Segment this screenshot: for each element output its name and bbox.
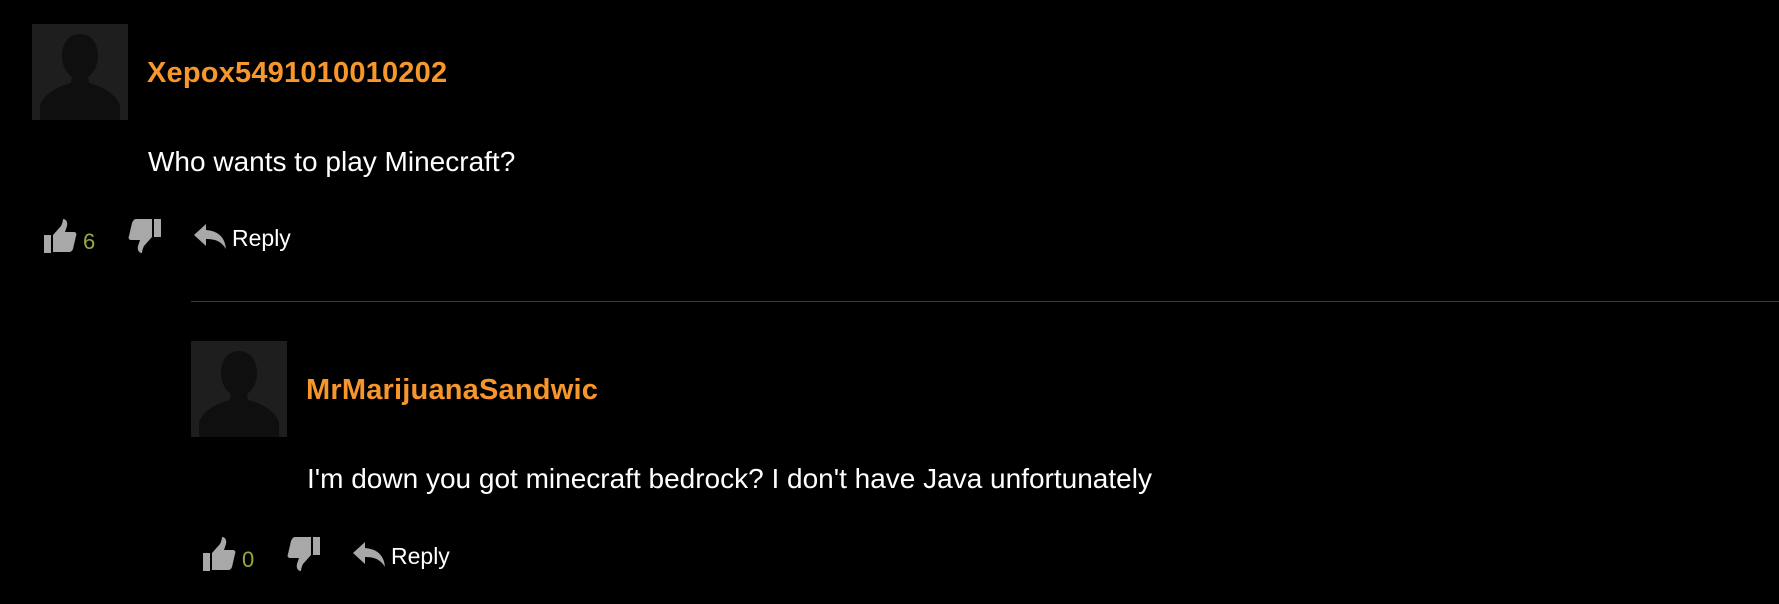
comment-actions: 6 Reply [42,217,362,257]
reply-label: Reply [391,543,450,569]
thumbs-down-icon [128,219,161,253]
avatar-silhouette-icon[interactable] [32,24,128,120]
reply-button[interactable]: Reply [193,217,303,257]
avatar-silhouette-icon[interactable] [191,341,287,437]
like-button[interactable]: 0 [201,535,257,575]
reply-label: Reply [232,225,291,251]
like-count: 6 [83,229,96,254]
username[interactable]: MrMarijuanaSandwic [306,374,598,407]
comment: Xepox5491010010202 Who wants to play Min… [32,24,1772,264]
thumbs-down-icon [287,537,320,571]
divider [191,301,1779,302]
dislike-button[interactable] [286,535,322,575]
comment-text: Who wants to play Minecraft? [148,146,516,177]
reply-arrow-icon [353,542,385,567]
comment-actions: 0 Reply [201,535,521,575]
reply-comment: MrMarijuanaSandwic I'm down you got mine… [191,341,1771,601]
like-button[interactable]: 6 [42,217,98,257]
dislike-button[interactable] [127,217,163,257]
username[interactable]: Xepox5491010010202 [147,57,447,90]
reply-button[interactable]: Reply [352,535,462,575]
comment-text: I'm down you got minecraft bedrock? I do… [307,463,1152,494]
like-count: 0 [242,547,255,572]
reply-arrow-icon [194,224,226,249]
thumbs-up-icon [44,219,77,253]
thumbs-up-icon [203,537,236,571]
